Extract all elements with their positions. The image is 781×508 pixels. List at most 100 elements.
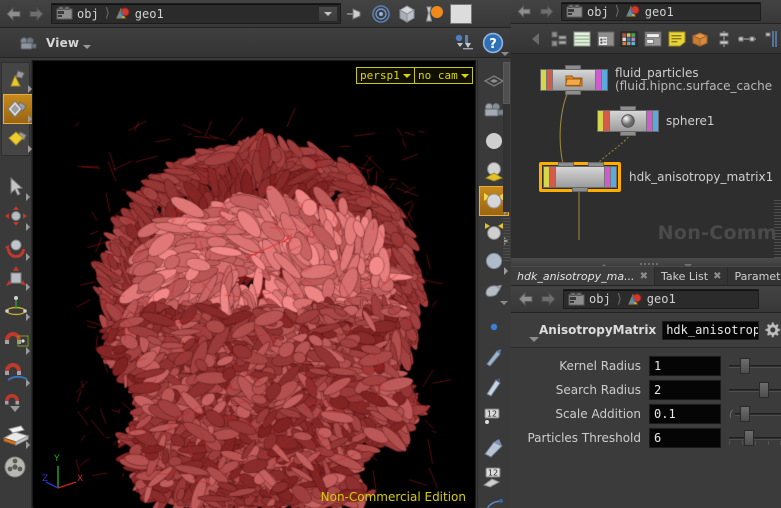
align-vertical-icon[interactable] — [713, 28, 734, 50]
primitive-display-icon[interactable] — [479, 432, 509, 462]
parameter-collapse-chevron-icon[interactable] — [529, 337, 539, 342]
network-path-field[interactable]: obj ⟩ geo1 — [51, 3, 341, 24]
rotate-tool-icon[interactable] — [1, 232, 31, 262]
lighting-icon[interactable] — [421, 2, 445, 26]
view-menu-label[interactable]: View — [46, 36, 79, 50]
param-input-kernel-radius[interactable]: 1 — [649, 356, 721, 376]
network-nav-back-button[interactable] — [513, 2, 535, 22]
curve-display-icon[interactable] — [479, 492, 509, 508]
param-breadcrumb-geo1[interactable]: geo1 — [624, 290, 676, 308]
network-collapse-icon[interactable] — [682, 259, 694, 266]
close-icon[interactable]: ✖ — [640, 271, 648, 282]
node-flag-template[interactable] — [601, 70, 607, 90]
shelf-book-icon[interactable] — [1, 416, 31, 450]
param-slider-scale-addition[interactable]: ( — [729, 404, 781, 424]
color-palette-icon[interactable] — [619, 28, 640, 50]
param-input-search-radius[interactable]: 2 — [649, 380, 721, 400]
node-flag-template[interactable] — [652, 111, 658, 131]
point-display-icon[interactable] — [479, 312, 509, 342]
node-output-connector[interactable] — [620, 131, 636, 136]
background-color-icon[interactable] — [447, 2, 475, 26]
network-anchor-icon[interactable] — [598, 259, 610, 266]
material-preview-icon[interactable] — [479, 276, 509, 306]
scale-tool-icon[interactable] — [1, 262, 31, 292]
viewport-rail-scrollbar[interactable] — [503, 62, 510, 212]
help-icon[interactable]: ? — [481, 31, 505, 55]
geometry-object-icon — [624, 4, 642, 19]
param-nav-back-button[interactable] — [515, 289, 537, 309]
details-view-icon[interactable] — [596, 28, 617, 50]
viewport-3d[interactable]: persp1 no cam Non-Commercial Edition Y X… — [34, 62, 474, 508]
breadcrumb-obj[interactable]: obj — [54, 4, 99, 23]
magnet-more-icon[interactable] — [1, 388, 31, 416]
param-input-particles-threshold[interactable]: 6 — [649, 428, 721, 448]
param-nav-forward-button[interactable] — [537, 289, 559, 309]
camera-view-icon[interactable] — [14, 32, 40, 54]
point-number-icon[interactable]: 12 — [479, 402, 509, 432]
select-tool-icon[interactable] — [3, 94, 33, 124]
snap-grid-icon[interactable] — [760, 28, 781, 50]
magnet-curve-snap-icon[interactable] — [1, 356, 31, 388]
node-input-connector-1[interactable] — [588, 162, 604, 167]
target-icon[interactable] — [369, 2, 393, 26]
pointer-select-icon[interactable] — [1, 172, 31, 202]
network-nav-forward-button[interactable] — [535, 2, 557, 22]
node-flag-template[interactable] — [610, 167, 616, 187]
tab-hdk-anisotropy[interactable]: hdk_anisotropy_ma... ✖ — [511, 267, 655, 285]
camera-badge[interactable]: no cam — [414, 67, 473, 84]
network-breadcrumb-geo1[interactable]: geo1 — [622, 3, 674, 20]
node-input-connector[interactable] — [620, 106, 636, 111]
pin-icon[interactable] — [343, 2, 367, 26]
vector-display-icon[interactable] — [479, 342, 509, 372]
node-name-field[interactable]: hdk_anisotropy_ — [662, 320, 759, 340]
rail-grip-dots[interactable] — [503, 218, 510, 262]
node-input-connector-0[interactable] — [558, 162, 574, 167]
box-network-icon[interactable] — [690, 28, 711, 50]
node-output-connector[interactable] — [572, 187, 588, 192]
network-grip-dots[interactable] — [774, 200, 781, 258]
viewport-layout-badge[interactable]: persp1 — [356, 67, 415, 84]
nav-back-button[interactable] — [3, 4, 25, 24]
param-slider-kernel-radius[interactable] — [729, 356, 781, 376]
network-breadcrumb-obj[interactable]: obj — [564, 3, 609, 20]
magnet-grid-snap-icon[interactable] — [1, 322, 31, 356]
cube-display-icon[interactable] — [395, 2, 419, 26]
tab-take-list[interactable]: Take List ✖ — [655, 267, 729, 285]
path-dropdown-button[interactable] — [318, 6, 338, 22]
node-sphere1[interactable]: sphere1 — [597, 106, 715, 136]
param-input-scale-addition[interactable]: 0.1 — [649, 404, 721, 424]
move-tool-icon[interactable] — [1, 202, 31, 232]
param-breadcrumb-geo1-label: geo1 — [646, 292, 676, 306]
node-label-fluid_particles: fluid_particles (fluid.hipnc.surface_cac… — [615, 67, 772, 93]
node-hdk_anisotropy_matrix1[interactable]: hdk_anisotropy_matrix1 — [539, 162, 773, 192]
node-output-connector[interactable] — [565, 90, 581, 95]
spreadsheet-icon[interactable] — [572, 28, 593, 50]
handle-tool-icon[interactable] — [1, 292, 31, 322]
view-menu-chevron-down-icon[interactable] — [83, 44, 92, 49]
param-slider-particles-threshold[interactable] — [729, 428, 781, 448]
node-list-icon[interactable] — [549, 28, 570, 50]
network-path-field-right[interactable]: obj ⟩ geo1 — [561, 2, 761, 21]
gear-icon[interactable] — [763, 321, 781, 339]
film-reel-icon[interactable] — [1, 450, 31, 484]
param-slider-search-radius[interactable] — [729, 380, 781, 400]
collapse-left-icon[interactable] — [525, 28, 546, 50]
layout-nodes-icon[interactable] — [643, 28, 664, 50]
tab-parameter-spreadsheet[interactable]: Parameter Sp — [728, 267, 781, 285]
parameter-path-field[interactable]: obj ⟩ geo1 — [563, 289, 759, 309]
node-fluid_particles[interactable]: fluid_particles (fluid.hipnc.surface_cac… — [540, 65, 772, 95]
node-input-connector[interactable] — [565, 65, 581, 70]
param-breadcrumb-obj[interactable]: obj — [566, 290, 611, 308]
network-editor[interactable]: Non-Comm fluid_particles (fluid.hipnc.su… — [511, 54, 781, 266]
handle-snap-icon[interactable] — [451, 31, 509, 56]
sticky-note-icon[interactable] — [666, 28, 687, 50]
view-tool-icon[interactable] — [3, 64, 33, 94]
breadcrumb-geo1[interactable]: geo1 — [112, 4, 164, 23]
nav-forward-button[interactable] — [25, 4, 47, 24]
network-grid-icon[interactable] — [640, 259, 658, 265]
align-horizontal-icon[interactable] — [737, 28, 758, 50]
normal-display-icon[interactable] — [479, 372, 509, 402]
primitive-number-icon[interactable]: 12 — [479, 462, 509, 492]
box-tool-icon[interactable] — [3, 124, 33, 154]
close-icon[interactable]: ✖ — [713, 271, 721, 282]
